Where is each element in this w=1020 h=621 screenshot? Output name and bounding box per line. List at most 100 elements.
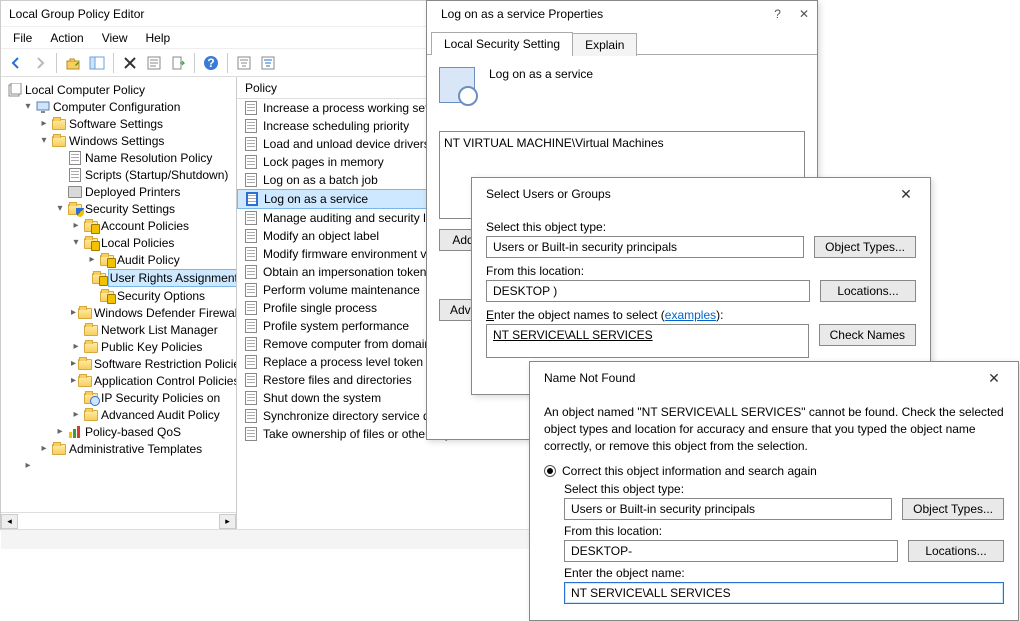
tree-software-restriction[interactable]: ▸Software Restriction Policies [69, 356, 234, 372]
computer-icon [35, 100, 51, 114]
tree-root[interactable]: Local Computer Policy [5, 82, 234, 98]
folder-net-icon [83, 391, 99, 405]
expand-icon[interactable]: ▸ [23, 458, 33, 474]
tree-network-list[interactable]: Network List Manager [69, 322, 234, 338]
expand-icon[interactable]: ▸ [71, 407, 81, 423]
name-not-found-dialog: Name Not Found ✕ An object named "NT SER… [529, 361, 1019, 621]
forward-button[interactable] [29, 52, 51, 74]
tree-security-settings[interactable]: ▾Security Settings [53, 201, 234, 217]
doc-icon [67, 168, 83, 182]
window-title: Local Group Policy Editor [9, 1, 144, 27]
policy-doc-icon [244, 191, 260, 207]
object-types-button[interactable]: Object Types... [902, 498, 1004, 520]
folder-icon [83, 323, 99, 337]
collapse-icon[interactable]: ▾ [23, 99, 33, 115]
tree-windows-settings[interactable]: ▾Windows Settings [37, 133, 234, 149]
expand-icon[interactable]: ▸ [71, 373, 76, 389]
tree-security-options[interactable]: Security Options [85, 288, 234, 304]
policy-doc-icon [243, 318, 259, 334]
filter-button[interactable] [233, 52, 255, 74]
policy-doc-icon [243, 300, 259, 316]
policy-icon [7, 83, 23, 97]
close-icon[interactable]: ✕ [799, 7, 809, 21]
back-button[interactable] [5, 52, 27, 74]
tree-defender-firewall[interactable]: ▸Windows Defender Firewall [69, 305, 234, 321]
object-type-field: Users or Built-in security principals [564, 498, 892, 520]
collapse-icon[interactable]: ▾ [71, 235, 81, 251]
object-names-label: EEnter the object names to select (nter … [486, 308, 916, 322]
scroll-left-button[interactable]: ◂ [1, 514, 18, 529]
collapse-icon[interactable]: ▾ [55, 201, 65, 217]
tree-account-policies[interactable]: ▸Account Policies [69, 218, 234, 234]
location-label: From this location: [564, 524, 1004, 538]
expand-icon[interactable]: ▸ [71, 339, 81, 355]
dialog-titlebar: Select Users or Groups ✕ [472, 178, 930, 210]
list-item[interactable]: NT VIRTUAL MACHINE\Virtual Machines [444, 136, 800, 150]
scroll-right-button[interactable]: ▸ [219, 514, 236, 529]
tab-explain[interactable]: Explain [572, 33, 637, 56]
menu-help[interactable]: Help [138, 29, 179, 47]
expand-icon[interactable]: ▸ [71, 218, 81, 234]
menu-file[interactable]: File [5, 29, 40, 47]
tree-local-policies[interactable]: ▾Local Policies [69, 235, 234, 251]
svg-text:?: ? [207, 56, 214, 70]
expand-icon[interactable]: ▸ [55, 424, 65, 440]
expand-icon[interactable]: ▸ [71, 305, 76, 321]
tree-qos[interactable]: ▸Policy-based QoS [53, 424, 234, 440]
tree-more[interactable]: ▸ [21, 458, 234, 474]
expand-icon[interactable]: ▸ [71, 356, 76, 372]
tree-audit-policy[interactable]: ▸Audit Policy [85, 252, 234, 268]
locations-button[interactable]: Locations... [908, 540, 1004, 562]
export-button[interactable] [167, 52, 189, 74]
object-type-field: Users or Built-in security principals [486, 236, 804, 258]
tree-app-control[interactable]: ▸Application Control Policies [69, 373, 234, 389]
close-icon[interactable]: ✕ [980, 368, 1008, 388]
help-button[interactable]: ? [200, 52, 222, 74]
expand-icon[interactable]: ▸ [39, 116, 49, 132]
tree-admin-templates[interactable]: ▸Administrative Templates [37, 441, 234, 457]
show-hide-tree-button[interactable] [86, 52, 108, 74]
menu-view[interactable]: View [94, 29, 136, 47]
folder-lock-icon [99, 253, 115, 267]
folder-lock-icon [99, 289, 115, 303]
collapse-icon[interactable]: ▾ [39, 133, 49, 149]
policy-doc-icon [243, 172, 259, 188]
folder-icon [51, 442, 67, 456]
location-field: DESKTOP ) [486, 280, 810, 302]
tree-advanced-audit[interactable]: ▸Advanced Audit Policy [69, 407, 234, 423]
delete-button[interactable] [119, 52, 141, 74]
locations-button[interactable]: Locations... [820, 280, 916, 302]
dialog-title: Name Not Found [544, 371, 635, 385]
object-name-input[interactable]: NT SERVICE\ALL SERVICES [564, 582, 1004, 604]
menu-action[interactable]: Action [42, 29, 91, 47]
tree-computer-config[interactable]: ▾Computer Configuration [21, 99, 234, 115]
tree-public-key[interactable]: ▸Public Key Policies [69, 339, 234, 355]
tree-software-settings[interactable]: ▸Software Settings [37, 116, 234, 132]
tree-printers[interactable]: Deployed Printers [53, 184, 234, 200]
navigation-tree[interactable]: Local Computer Policy ▾Computer Configur… [1, 77, 236, 479]
folder-lock-icon [92, 271, 106, 285]
location-label: From this location: [486, 264, 916, 278]
close-icon[interactable]: ✕ [892, 184, 920, 204]
tab-local-security[interactable]: Local Security Setting [431, 32, 573, 55]
refresh-button[interactable] [257, 52, 279, 74]
tree-name-resolution[interactable]: Name Resolution Policy [53, 150, 234, 166]
expand-icon[interactable]: ▸ [87, 252, 97, 268]
help-icon[interactable]: ? [774, 7, 781, 21]
properties-button[interactable] [143, 52, 165, 74]
tree-user-rights[interactable]: User Rights Assignment [85, 269, 234, 287]
examples-link[interactable]: examples [665, 308, 716, 322]
object-name-label: Enter the object name: [564, 566, 1004, 580]
tree-scripts[interactable]: Scripts (Startup/Shutdown) [53, 167, 234, 183]
radio-correct-info[interactable]: Correct this object information and sear… [544, 464, 1004, 478]
object-types-button[interactable]: Object Types... [814, 236, 916, 258]
up-button[interactable] [62, 52, 84, 74]
horizontal-scrollbar[interactable]: ◂ ▸ [1, 512, 236, 529]
tree-ip-security[interactable]: IP Security Policies on [69, 390, 234, 406]
expand-icon[interactable]: ▸ [39, 441, 49, 457]
radio-icon[interactable] [544, 465, 556, 477]
doc-icon [67, 151, 83, 165]
object-names-textarea[interactable]: NT SERVICE\ALL SERVICES [486, 324, 809, 358]
service-icon [439, 67, 475, 103]
check-names-button[interactable]: Check Names [819, 324, 916, 346]
